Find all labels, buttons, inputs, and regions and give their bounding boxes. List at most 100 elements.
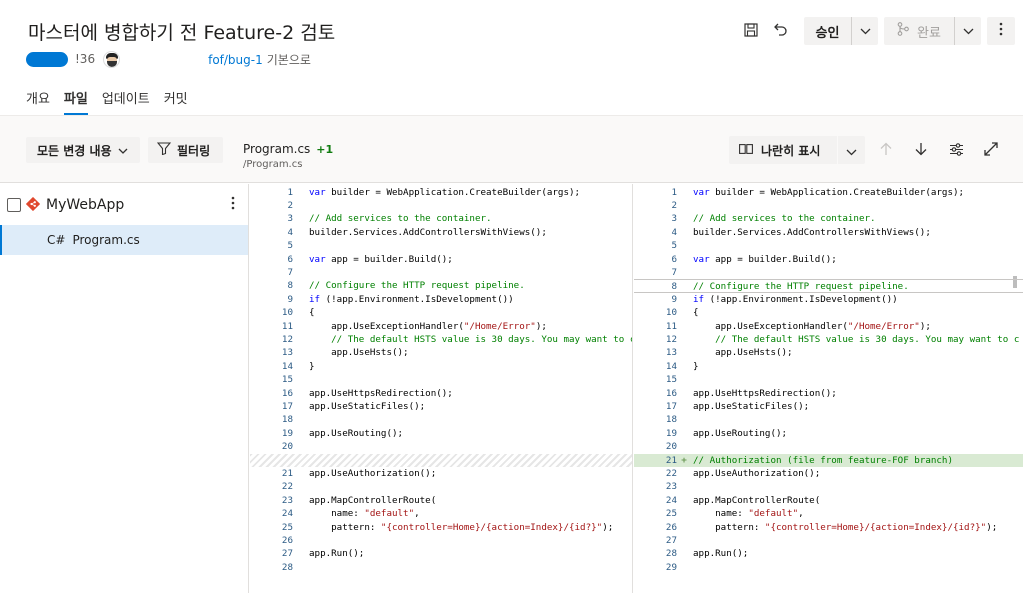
approve-options-button[interactable] [851, 17, 878, 45]
view-mode-button[interactable]: 나란히 표시 [729, 136, 837, 164]
code-text: app.MapControllerRoute( [309, 494, 437, 506]
avatar[interactable] [103, 50, 121, 68]
view-mode-options-button[interactable] [838, 136, 865, 164]
complete-split-button: 완료 [884, 17, 981, 45]
source-branch-link[interactable]: fof/bug-1 [208, 53, 263, 67]
code-line[interactable]: 6 var app = builder.Build(); [250, 253, 632, 266]
code-text: app.MapControllerRoute( [693, 494, 821, 506]
code-line[interactable]: 22 app.UseAuthorization(); [634, 467, 1023, 480]
code-line[interactable]: 29 [634, 561, 1023, 574]
line-number: 18 [281, 414, 293, 426]
code-line[interactable]: 6 var app = builder.Build(); [634, 253, 1023, 266]
chevron-down-icon [846, 141, 857, 160]
pr-id[interactable]: !36 [75, 52, 95, 66]
code-line[interactable]: 14} [250, 360, 632, 373]
code-line[interactable]: 18 [250, 413, 632, 426]
code-line[interactable]: 11 app.UseExceptionHandler("/Home/Error"… [250, 320, 632, 333]
code-line[interactable]: 28 app.Run(); [634, 547, 1023, 560]
complete-button[interactable]: 완료 [884, 17, 954, 45]
code-line[interactable]: 27 app.Run(); [250, 547, 632, 560]
code-line[interactable]: 21 app.UseAuthorization(); [250, 467, 632, 480]
code-line[interactable]: 11 app.UseExceptionHandler("/Home/Error"… [634, 320, 1023, 333]
code-line[interactable]: 17 app.UseStaticFiles(); [634, 400, 1023, 413]
diff-pane-modified[interactable]: 1 var builder = WebApplication.CreateBuil… [634, 184, 1023, 593]
code-line[interactable]: 24 name: "default", [250, 507, 632, 520]
code-line[interactable]: 22 [250, 480, 632, 493]
file-path: /Program.cs [243, 159, 303, 170]
code-line[interactable]: 7 [250, 266, 632, 279]
line-number: 4 [287, 226, 293, 238]
code-line[interactable]: 25 pattern: "{controller=Home}/{action=I… [250, 521, 632, 534]
code-line[interactable]: 16 app.UseHttpsRedirection(); [250, 387, 632, 400]
filter-button[interactable]: 필터링 [148, 137, 223, 163]
code-line[interactable]: 23 [634, 480, 1023, 493]
code-line[interactable]: 5 [250, 239, 632, 252]
save-button[interactable] [736, 16, 766, 46]
code-line[interactable]: 4 builder.Services.AddControllersWithView… [250, 226, 632, 239]
next-change-button[interactable] [910, 139, 932, 161]
undo-button[interactable] [766, 16, 796, 46]
line-number: 29 [665, 561, 677, 573]
code-line[interactable]: 20 [634, 440, 1023, 453]
code-line[interactable]: 12 // The default HSTS value is 30 days.… [250, 333, 632, 346]
code-line[interactable]: 1 var builder = WebApplication.CreateBuil… [634, 186, 1023, 199]
code-line[interactable]: 18 [634, 413, 1023, 426]
code-line[interactable]: 9 if (!app.Environment.IsDevelopment()) [634, 293, 1023, 306]
previous-change-button[interactable] [875, 139, 897, 161]
code-line[interactable]: 14} [634, 360, 1023, 373]
code-line[interactable]: 8 // Configure the HTTP request pipeline. [250, 279, 632, 292]
code-line[interactable]: 4 builder.Services.AddControllersWithView… [634, 226, 1023, 239]
code-line[interactable]: 1 var builder = WebApplication.CreateBuil… [250, 186, 632, 199]
code-line[interactable]: 16 app.UseHttpsRedirection(); [634, 387, 1023, 400]
line-number: 15 [281, 374, 293, 386]
code-line[interactable]: 2 [634, 199, 1023, 212]
tab-overview[interactable]: 개요 [26, 88, 50, 115]
code-line[interactable]: 19 app.UseRouting(); [250, 427, 632, 440]
line-number: 28 [665, 548, 677, 560]
tree-root-repo[interactable]: MyWebApp [0, 192, 249, 218]
more-vertical-icon[interactable] [231, 196, 235, 214]
diff-settings-button[interactable] [945, 139, 967, 161]
code-line[interactable]: 23 app.MapControllerRoute( [250, 494, 632, 507]
code-line[interactable]: 3 // Add services to the container. [634, 212, 1023, 225]
fullscreen-button[interactable] [980, 139, 1002, 161]
complete-options-button[interactable] [954, 17, 981, 45]
all-changes-dropdown[interactable]: 모든 변경 내용 [26, 137, 140, 163]
code-line[interactable]: 8 // Configure the HTTP request pipeline. [634, 279, 1023, 293]
code-line[interactable]: 17 app.UseStaticFiles(); [250, 400, 632, 413]
tab-commits[interactable]: 커밋 [164, 88, 188, 115]
code-line[interactable]: 10 { [634, 306, 1023, 319]
code-line[interactable]: 26 pattern: "{controller=Home}/{action=I… [634, 521, 1023, 534]
code-line[interactable]: 20 [250, 440, 632, 453]
code-line[interactable]: 13 app.UseHsts(); [250, 346, 632, 359]
approve-button[interactable]: 승인 [804, 17, 851, 45]
repo-checkbox[interactable] [7, 198, 21, 212]
line-number: 5 [287, 240, 293, 252]
code-line[interactable]: 28 [250, 561, 632, 574]
code-line[interactable]: 9 if (!app.Environment.IsDevelopment()) [250, 293, 632, 306]
code-line[interactable]: 5 [634, 239, 1023, 252]
code-text: var builder = WebApplication.CreateBuild… [693, 186, 965, 198]
code-line[interactable]: 12 // The default HSTS value is 30 days.… [634, 333, 1023, 346]
code-line-added[interactable]: 21 + // Authorization (file from feature-F… [634, 453, 1023, 467]
more-actions-button[interactable] [987, 17, 1015, 45]
tab-files[interactable]: 파일 [63, 88, 88, 115]
code-line[interactable]: 24 app.MapControllerRoute( [634, 494, 1023, 507]
tree-item-program-cs[interactable]: C# Program.cs [0, 225, 248, 255]
code-line[interactable]: 13 app.UseHsts(); [634, 346, 1023, 359]
pr-meta-row: !36 fof/bug-1 기본으로 [26, 50, 311, 68]
code-line[interactable]: 25 name: "default", [634, 507, 1023, 520]
diff-pane-original[interactable]: 1 var builder = WebApplication.CreateBuil… [250, 184, 633, 593]
code-line[interactable]: 15 [250, 373, 632, 386]
code-line-placeholder[interactable] [250, 453, 632, 467]
save-icon [744, 22, 758, 41]
code-line[interactable]: 27 [634, 534, 1023, 547]
code-line[interactable]: 15 [634, 373, 1023, 386]
tab-updates[interactable]: 업데이트 [102, 88, 150, 115]
code-line[interactable]: 2 [250, 199, 632, 212]
code-line[interactable]: 19 app.UseRouting(); [634, 427, 1023, 440]
code-line[interactable]: 7 [634, 266, 1023, 279]
code-line[interactable]: 3 // Add services to the container. [250, 212, 632, 225]
code-line[interactable]: 10 { [250, 306, 632, 319]
code-line[interactable]: 26 [250, 534, 632, 547]
